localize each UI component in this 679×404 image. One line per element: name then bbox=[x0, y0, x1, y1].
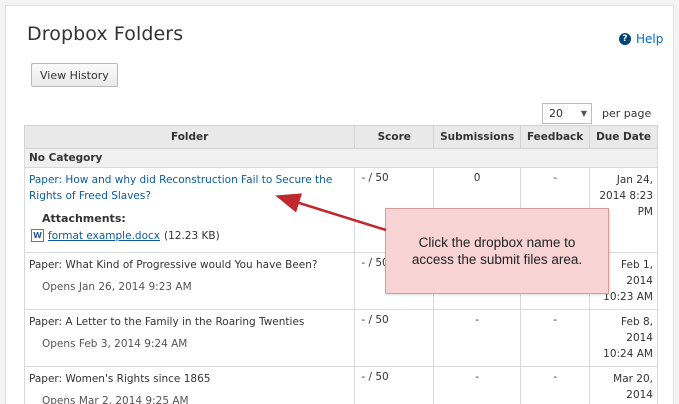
folder-cell: Paper: Women's Rights since 1865 Opens M… bbox=[23, 366, 356, 404]
word-document-icon: W bbox=[31, 229, 44, 242]
feedback-cell: - bbox=[520, 366, 591, 404]
dropbox-folder-link[interactable]: Paper: How and why did Reconstruction Fa… bbox=[29, 172, 350, 204]
attachment-size: (12.23 KB) bbox=[163, 229, 220, 242]
dropbox-folder-name: Paper: Women's Rights since 1865 bbox=[29, 373, 211, 385]
due-date-cell: Mar 20, 2014 10:25 AM bbox=[589, 366, 658, 404]
per-page-control: 20 ▼ per page bbox=[542, 103, 651, 124]
table-row: Paper: Women's Rights since 1865 Opens M… bbox=[23, 366, 658, 404]
category-row: No Category bbox=[24, 148, 658, 168]
view-history-button[interactable]: View History bbox=[31, 63, 118, 87]
header-feedback[interactable]: Feedback bbox=[520, 125, 591, 149]
table-header-row: Folder Score Submissions Feedback Due Da… bbox=[23, 125, 658, 149]
submissions-cell: - bbox=[433, 309, 522, 367]
table-row: Paper: A Letter to the Family in the Roa… bbox=[23, 309, 658, 367]
chevron-down-icon: ▼ bbox=[580, 109, 587, 118]
help-label: Help bbox=[636, 32, 664, 46]
page-title: Dropbox Folders bbox=[27, 23, 184, 45]
attachment-item: W format example.docx (12.23 KB) bbox=[31, 229, 350, 242]
per-page-label: per page bbox=[602, 107, 652, 120]
score-cell: - / 50 bbox=[354, 309, 435, 367]
per-page-select[interactable]: 20 ▼ bbox=[542, 103, 592, 124]
dropbox-folder-name: Paper: A Letter to the Family in the Roa… bbox=[29, 316, 305, 328]
per-page-value: 20 bbox=[549, 107, 563, 120]
help-link[interactable]: ? Help bbox=[619, 32, 663, 46]
instruction-callout: Click the dropbox name to access the sub… bbox=[385, 208, 609, 294]
feedback-cell: - bbox=[520, 309, 591, 367]
header-due-date[interactable]: Due Date bbox=[589, 125, 658, 149]
attachment-link[interactable]: format example.docx bbox=[48, 230, 160, 242]
due-date-cell: Feb 8, 2014 10:24 AM bbox=[589, 309, 658, 367]
category-label: No Category bbox=[24, 148, 658, 168]
opens-date: Opens Feb 3, 2014 9:24 AM bbox=[42, 338, 188, 350]
help-circle-icon: ? bbox=[619, 33, 631, 45]
attachments-label: Attachments: bbox=[42, 212, 126, 225]
folder-cell: Paper: How and why did Reconstruction Fa… bbox=[23, 167, 356, 253]
opens-date: Opens Mar 2, 2014 9:25 AM bbox=[42, 395, 189, 404]
submissions-cell: - bbox=[433, 366, 522, 404]
opens-date: Opens Jan 26, 2014 9:23 AM bbox=[42, 281, 192, 293]
header-submissions[interactable]: Submissions bbox=[433, 125, 522, 149]
dropbox-folder-name: Paper: What Kind of Progressive would Yo… bbox=[29, 259, 318, 271]
folder-cell: Paper: A Letter to the Family in the Roa… bbox=[23, 309, 356, 367]
header-folder[interactable]: Folder bbox=[23, 125, 356, 149]
header-score[interactable]: Score bbox=[354, 125, 435, 149]
folder-cell: Paper: What Kind of Progressive would Yo… bbox=[23, 252, 356, 310]
score-cell: - / 50 bbox=[354, 366, 435, 404]
